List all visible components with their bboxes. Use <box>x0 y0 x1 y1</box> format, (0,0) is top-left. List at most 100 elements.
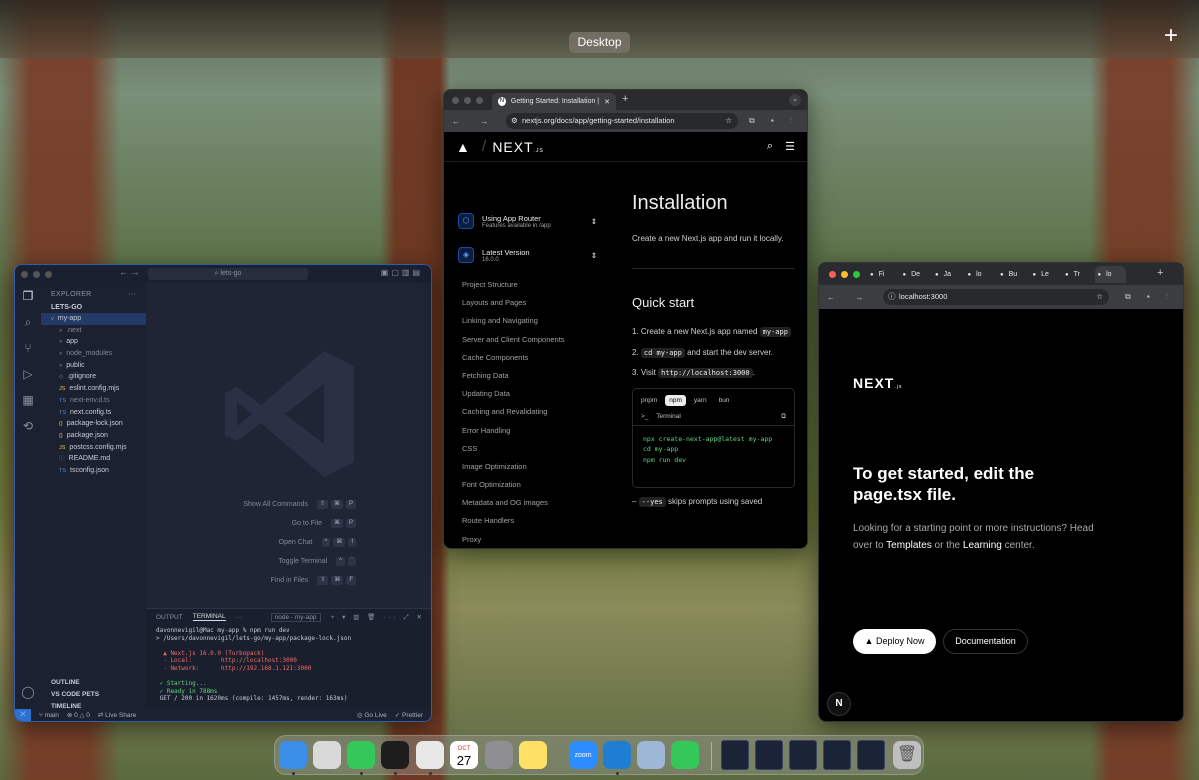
close-button[interactable] <box>829 271 836 278</box>
minimized-window-thumbnail[interactable] <box>789 740 817 770</box>
zoom-button[interactable] <box>45 271 52 278</box>
docs-nav-item[interactable]: CSS <box>444 440 609 458</box>
minimize-button[interactable] <box>33 271 40 278</box>
dock-app-terminal-icon[interactable] <box>381 741 409 769</box>
package-manager-tab[interactable]: pnpm <box>637 395 661 406</box>
dock-app-calendar-icon[interactable]: OCT 27 <box>450 741 478 769</box>
docs-nav-item[interactable]: Updating Data <box>444 385 609 403</box>
liveshare-button[interactable]: ⇄ Live Share <box>98 711 136 719</box>
source-control-icon[interactable]: ⑂ <box>15 335 41 361</box>
search-icon[interactable]: ⌕ <box>15 309 41 335</box>
file-tree-item[interactable]: {} package.json <box>41 430 146 442</box>
docs-nav-item[interactable]: Route Handlers <box>444 512 609 530</box>
vscode-pets-section[interactable]: VS CODE PETS <box>41 691 146 698</box>
router-select[interactable]: ⬡ Using App Router Features available in … <box>458 206 597 236</box>
layout-controls-icon[interactable]: ▣▢▥▤ <box>381 268 423 277</box>
docs-nav-item[interactable]: Layouts and Pages <box>444 294 609 312</box>
window-controls[interactable] <box>829 271 860 278</box>
zoom-button[interactable] <box>853 271 860 278</box>
file-tree-item[interactable]: > public <box>41 360 146 372</box>
dock-app-preview-icon[interactable] <box>637 741 665 769</box>
site-info-icon[interactable]: ⓘ <box>888 289 896 305</box>
new-tab-icon[interactable]: + <box>1157 267 1163 279</box>
browser-tab[interactable]: ● lo <box>1094 266 1126 283</box>
file-tree-item[interactable]: > node_modules <box>41 348 146 360</box>
docs-nav-item[interactable]: Metadata and OG images <box>444 494 609 512</box>
package-manager-tab[interactable]: npm <box>665 394 686 406</box>
copy-icon[interactable]: ⧉ <box>781 413 786 421</box>
templates-link[interactable]: Templates <box>886 540 932 551</box>
zoom-button[interactable] <box>476 97 483 104</box>
file-tree-item[interactable]: v my-app <box>41 313 146 325</box>
file-tree-item[interactable]: > app <box>41 336 146 348</box>
browser-tab[interactable]: ● Bu <box>997 266 1028 283</box>
panel-actions-icon[interactable]: + ▾ ▥ 🗑 ··· ⤢ ✕ <box>331 613 425 622</box>
docs-nav-item[interactable]: Font Optimization <box>444 476 609 494</box>
new-tab-icon[interactable]: + <box>622 93 628 105</box>
docs-nav-item[interactable]: Image Optimization <box>444 458 609 476</box>
golive-button[interactable]: ◎ Go Live <box>357 711 387 719</box>
documentation-button[interactable]: Documentation <box>943 629 1028 654</box>
nextjs-logo[interactable]: NEXT.JS <box>492 139 544 155</box>
explorer-icon[interactable]: ❐ <box>15 283 41 309</box>
dock-app-finder-icon[interactable] <box>279 741 307 769</box>
extensions-icon[interactable]: ▦ <box>15 387 41 413</box>
docs-nav-item[interactable]: Cache Components <box>444 349 609 367</box>
dock-app-notes-icon[interactable] <box>519 741 547 769</box>
minimize-button[interactable] <box>841 271 848 278</box>
file-tree-item[interactable]: TS next.config.ts <box>41 407 146 419</box>
file-tree-item[interactable]: JS eslint.config.mjs <box>41 383 146 395</box>
bookmark-star-icon[interactable]: ☆ <box>725 113 732 129</box>
dock-app-launchpad-icon[interactable] <box>313 741 341 769</box>
add-space-button[interactable]: + <box>1164 24 1178 48</box>
close-tab-icon[interactable]: ✕ <box>604 98 610 106</box>
docs-nav-item[interactable]: Proxy <box>444 531 609 548</box>
tab-installation[interactable]: N Getting Started: Installation | ✕ <box>492 93 616 110</box>
window-controls[interactable] <box>21 271 52 278</box>
localhost-browser-window[interactable]: ● Fi ● De ● Ja ● lo ● Bu ● Le ● Tr ● lo + ← → ↻ localho… <box>818 262 1184 722</box>
nextjs-devtools-badge[interactable]: N <box>827 692 851 716</box>
minimize-button[interactable] <box>464 97 471 104</box>
panel-more-icon[interactable]: ··· <box>236 614 243 621</box>
docs-browser-window[interactable]: N Getting Started: Installation | ✕ + ⌄ … <box>443 89 808 549</box>
minimized-window-thumbnail[interactable] <box>755 740 783 770</box>
outline-section[interactable]: OUTLINE <box>41 679 146 686</box>
vercel-triangle-icon[interactable]: ▲ <box>456 139 470 155</box>
dock-app-chrome-icon[interactable] <box>416 741 444 769</box>
workspace-root[interactable]: LETS-GO <box>41 302 146 313</box>
dock-app-facetime-icon[interactable] <box>671 741 699 769</box>
minimized-window-thumbnail[interactable] <box>857 740 885 770</box>
bookmark-star-icon[interactable]: ☆ <box>1096 289 1103 305</box>
remote-explorer-icon[interactable]: ⟲ <box>15 413 41 439</box>
docs-nav-item[interactable]: Linking and Navigating <box>444 312 609 330</box>
window-controls[interactable] <box>452 97 483 104</box>
minimized-window-thumbnail[interactable] <box>721 740 749 770</box>
file-tree-item[interactable]: JS postcss.config.mjs <box>41 442 146 454</box>
address-bar[interactable]: localhost:3000 ⓘ ☆ <box>883 289 1109 305</box>
prettier-indicator[interactable]: ✓ Prettier <box>395 711 423 719</box>
install-commands[interactable]: npx create-next-app@latest my-app cd my-a… <box>633 426 794 474</box>
docs-nav-item[interactable]: Caching and Revalidating <box>444 403 609 421</box>
browser-tab[interactable]: ● Fi <box>867 266 898 283</box>
browser-tab[interactable]: ● Tr <box>1062 266 1093 283</box>
browser-tab[interactable]: ● lo <box>965 266 996 283</box>
docs-nav-item[interactable]: Project Structure <box>444 276 609 294</box>
problems-indicator-icon[interactable]: ⊗ 0 △ 0 <box>67 711 90 719</box>
hamburger-menu-icon[interactable]: ☰ <box>785 140 795 153</box>
learning-link[interactable]: Learning <box>963 540 1002 551</box>
remote-indicator-icon[interactable]: ⤫ <box>15 709 31 721</box>
package-manager-tab[interactable]: yarn <box>690 395 711 406</box>
deploy-now-button[interactable]: ▲ Deploy Now <box>853 629 936 654</box>
browser-tab[interactable]: ● Ja <box>932 266 963 283</box>
dock-app-messages-icon[interactable] <box>347 741 375 769</box>
file-tree-item[interactable]: TS next-env.d.ts <box>41 395 146 407</box>
minimized-window-thumbnail[interactable] <box>823 740 851 770</box>
browser-tab[interactable]: ● Le <box>1030 266 1061 283</box>
extensions-menu-icon[interactable]: ⧉ ▪ ⋮ <box>1125 292 1175 302</box>
tab-terminal[interactable]: TERMINAL <box>192 613 226 621</box>
docs-nav-item[interactable]: Server and Client Components <box>444 331 609 349</box>
browser-tab[interactable]: ● De <box>900 266 931 283</box>
vscode-window[interactable]: ← → ⌕ lets-go ▣▢▥▤ ❐ ⌕ ⑂ ▷ ▦ ⟲ ◯ ⚙ EXPLO… <box>14 264 432 722</box>
version-select[interactable]: ◈ Latest Version 16.0.0 ⇕ <box>458 240 597 270</box>
address-bar[interactable]: nextjs.org/docs/app/getting-started/inst… <box>506 113 738 129</box>
